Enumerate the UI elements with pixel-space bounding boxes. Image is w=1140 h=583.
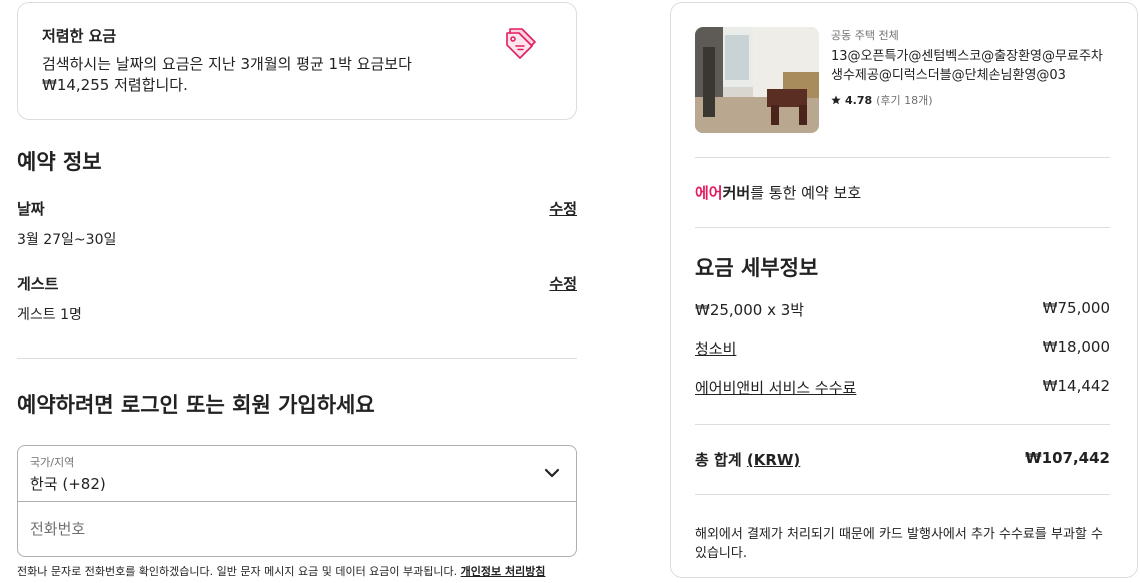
- low-price-banner: 저렴한 요금 검색하시는 날짜의 요금은 지난 3개월의 평균 1박 요금보다 …: [17, 2, 577, 120]
- divider: [17, 358, 577, 359]
- guests-value: 게스트 1명: [17, 307, 82, 323]
- star-icon: [831, 95, 841, 105]
- service-fee-link[interactable]: 에어비앤비 서비스 수수료: [695, 377, 856, 398]
- booking-info-title: 예약 정보: [17, 150, 102, 174]
- chevron-down-icon: [544, 468, 560, 478]
- country-value: 한국 (+82): [30, 475, 106, 493]
- service-fee-value: ₩14,442: [1042, 377, 1110, 395]
- price-summary-card: 공동 주택 전체 13@오픈특가@센텀벡스코@출장환영@무료주차 생수제공@디럭…: [670, 2, 1138, 578]
- aircover-brand-cover: 커버: [722, 184, 751, 202]
- guests-section: 게스트 수정 게스트 1명: [17, 273, 577, 324]
- booking-form-column: 저렴한 요금 검색하시는 날짜의 요금은 지난 3개월의 평균 1박 요금보다 …: [17, 2, 577, 580]
- price-row-nightly: ₩25,000 x 3박 ₩75,000: [695, 299, 1110, 320]
- total-label: 총 합계: [695, 451, 742, 469]
- currency-link[interactable]: (KRW): [747, 451, 800, 469]
- guests-label: 게스트: [17, 275, 59, 293]
- dates-section: 날짜 수정 3월 27일~30일: [17, 198, 577, 249]
- listing-rating: 4.78 (후기 18개): [831, 92, 1111, 108]
- total-value: ₩107,442: [1025, 449, 1110, 467]
- dates-value: 3월 27일~30일: [17, 232, 117, 248]
- listing-type: 공동 주택 전체: [831, 29, 899, 42]
- dates-label: 날짜: [17, 200, 45, 218]
- promo-text: 검색하시는 날짜의 요금은 지난 3개월의 평균 1박 요금보다 ₩14,255…: [42, 55, 412, 94]
- edit-guests-button[interactable]: 수정: [549, 273, 577, 294]
- foreign-fee-notice: 해외에서 결제가 처리되기 때문에 카드 발행사에서 추가 수수료를 부과할 수…: [695, 527, 1103, 561]
- phone-form: 국가/지역 한국 (+82) 전화번호: [17, 445, 577, 557]
- nightly-label: ₩25,000 x 3박: [695, 301, 805, 319]
- nightly-value: ₩75,000: [1042, 299, 1110, 317]
- price-details-title: 요금 세부정보: [695, 256, 819, 280]
- aircover-brand-air: 에어: [695, 184, 723, 202]
- country-label: 국가/지역: [30, 456, 75, 469]
- country-select[interactable]: 국가/지역 한국 (+82): [18, 446, 576, 502]
- divider: [695, 227, 1110, 228]
- aircover-text: 를 통한 예약 보호: [750, 184, 862, 202]
- divider: [695, 494, 1110, 495]
- price-row-service: 에어비앤비 서비스 수수료 ₩14,442: [695, 377, 1110, 398]
- listing-summary: 공동 주택 전체 13@오픈특가@센텀벡스코@출장환영@무료주차 생수제공@디럭…: [695, 27, 1110, 133]
- price-rows: ₩25,000 x 3박 ₩75,000 청소비 ₩18,000 에어비앤비 서…: [695, 299, 1110, 398]
- privacy-policy-link[interactable]: 개인정보 처리방침: [461, 565, 546, 578]
- phone-number-input[interactable]: 전화번호: [18, 502, 576, 557]
- edit-dates-button[interactable]: 수정: [549, 198, 577, 219]
- promo-title: 저렴한 요금: [42, 27, 117, 45]
- listing-photo: [695, 27, 819, 133]
- total-row: 총 합계 (KRW) ₩107,442: [695, 425, 1110, 494]
- review-count: (후기 18개): [876, 94, 933, 107]
- rating-value: 4.78: [845, 93, 873, 107]
- price-row-cleaning: 청소비 ₩18,000: [695, 338, 1110, 359]
- disclaimer-text: 전화나 문자로 전화번호를 확인하겠습니다. 일반 문자 메시지 요금 및 데이…: [17, 565, 458, 578]
- aircover-notice: 에어커버를 통한 예약 보호: [695, 158, 1110, 227]
- cleaning-fee-value: ₩18,000: [1042, 338, 1110, 356]
- price-tag-icon: [506, 28, 536, 59]
- listing-name: 13@오픈특가@센텀벡스코@출장환영@무료주차 생수제공@디럭스더블@단체손님환…: [831, 49, 1103, 83]
- phone-disclaimer: 전화나 문자로 전화번호를 확인하겠습니다. 일반 문자 메시지 요금 및 데이…: [17, 564, 577, 580]
- cleaning-fee-link[interactable]: 청소비: [695, 338, 736, 359]
- login-title: 예약하려면 로그인 또는 회원 가입하세요: [17, 393, 375, 417]
